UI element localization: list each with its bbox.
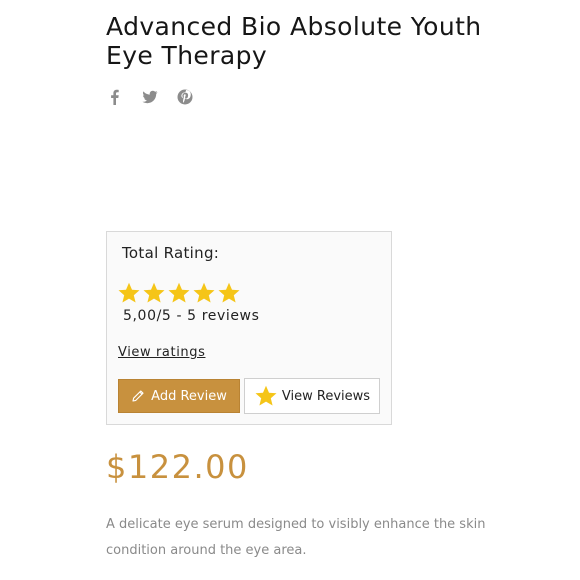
star-icon [218, 282, 240, 303]
star-icon [193, 282, 215, 303]
star-rating [117, 281, 241, 305]
star-icon [143, 282, 165, 303]
view-ratings-link[interactable]: View ratings [118, 345, 205, 360]
view-reviews-button[interactable]: View Reviews [244, 378, 380, 414]
product-price: $122.00 [106, 448, 249, 486]
star-icon [168, 282, 190, 303]
pencil-icon [132, 390, 144, 402]
add-review-button[interactable]: Add Review [118, 379, 240, 413]
rating-summary: 5,00/5 - 5 reviews [123, 308, 260, 324]
pinterest-icon[interactable] [176, 88, 194, 106]
total-rating-label: Total Rating: [122, 244, 220, 262]
share-bar [106, 88, 194, 106]
twitter-icon[interactable] [141, 88, 159, 106]
product-description: A delicate eye serum designed to visibly… [106, 517, 486, 558]
star-icon [118, 282, 140, 303]
facebook-icon[interactable] [106, 88, 124, 106]
rating-panel: Total Rating: 5,00/5 - 5 reviews View ra… [106, 231, 392, 425]
star-icon [255, 385, 277, 406]
view-reviews-label: View Reviews [281, 388, 371, 404]
product-title: Advanced Bio Absolute Youth Eye Therapy [106, 12, 482, 70]
add-review-label: Add Review [151, 388, 227, 404]
